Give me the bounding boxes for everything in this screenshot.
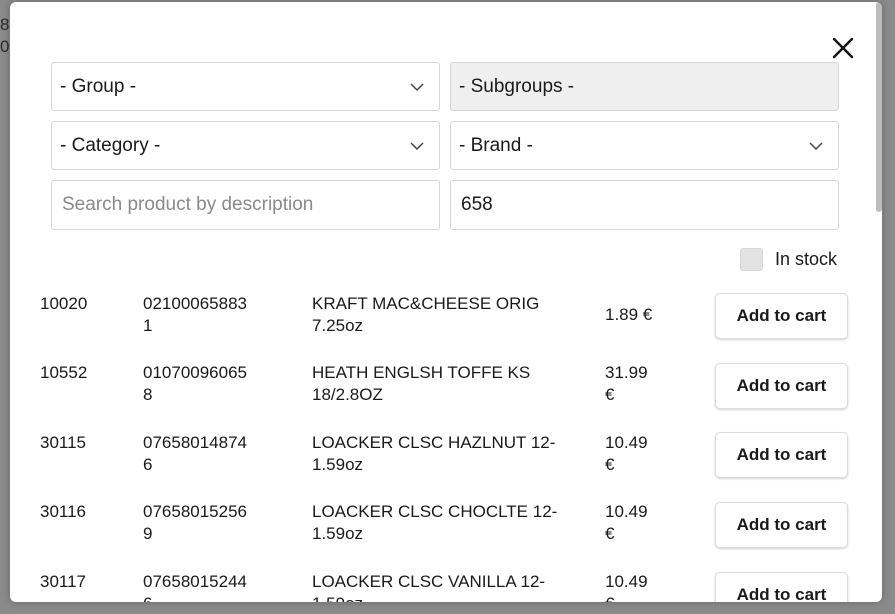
modal-scrollbar[interactable] (876, 2, 882, 212)
background-text: 8 0 (0, 14, 9, 58)
add-to-cart-button[interactable]: Add to cart (715, 363, 848, 409)
product-row: 30116 076580152569 LOACKER CLSC CHOCLTE … (10, 501, 882, 570)
product-ean: 076580152446 (143, 572, 248, 602)
product-code: 30116 (40, 502, 87, 521)
close-icon (832, 37, 854, 59)
group-select[interactable]: - Group - (51, 62, 440, 111)
product-price: 31.99 € (605, 363, 648, 404)
chevron-down-icon (410, 83, 424, 92)
add-to-cart-button[interactable]: Add to cart (715, 293, 848, 339)
chevron-down-icon (809, 142, 823, 151)
subgroups-select-value: - Subgroups - (459, 75, 575, 97)
description-search-input[interactable] (60, 181, 439, 229)
product-code: 30115 (40, 433, 87, 452)
category-select[interactable]: - Category - (51, 121, 440, 170)
background-line: 8 (0, 15, 10, 34)
product-ean: 010700960658 (143, 363, 248, 404)
product-row: 30117 076580152446 LOACKER CLSC VANILLA … (10, 571, 882, 602)
product-code: 30117 (40, 572, 87, 591)
in-stock-checkbox[interactable] (740, 248, 763, 271)
product-code: 10552 (40, 363, 88, 382)
product-description: HEATH ENGLSH TOFFE KS 18/2.8OZ (312, 363, 531, 404)
product-ean: 076580148746 (143, 433, 248, 474)
category-select-value: - Category - (60, 134, 161, 156)
product-price: 10.49 € (605, 502, 648, 543)
in-stock-filter[interactable]: In stock (740, 248, 837, 271)
product-description: LOACKER CLSC VANILLA 12-1.59oz (312, 572, 546, 602)
product-price: 10.49 € (605, 433, 648, 474)
product-ean: 076580152569 (143, 502, 248, 543)
product-ean: 021000658831 (143, 294, 248, 335)
product-row: 10020 021000658831 KRAFT MAC&CHEESE ORIG… (10, 293, 882, 362)
in-stock-label: In stock (775, 249, 838, 269)
product-code: 10020 (40, 294, 88, 313)
background-line: 0 (0, 37, 10, 56)
add-to-cart-button[interactable]: Add to cart (715, 502, 848, 548)
close-button[interactable] (829, 34, 857, 62)
subgroups-select: - Subgroups - (450, 62, 839, 111)
product-search-modal: - Group - - Subgroups - - Category - - B… (10, 2, 882, 602)
brand-select-value: - Brand - (459, 134, 533, 156)
code-search-field[interactable] (450, 180, 839, 230)
product-price: 1.89 € (605, 305, 653, 324)
description-search-field[interactable] (51, 180, 440, 230)
add-to-cart-button[interactable]: Add to cart (715, 432, 848, 478)
product-description: LOACKER CLSC CHOCLTE 12-1.59oz (312, 502, 558, 543)
add-to-cart-button[interactable]: Add to cart (715, 572, 848, 602)
code-search-input[interactable] (459, 181, 838, 229)
product-row: 10552 010700960658 HEATH ENGLSH TOFFE KS… (10, 362, 882, 431)
product-price: 10.49 € (605, 572, 648, 602)
product-description: LOACKER CLSC HAZLNUT 12-1.59oz (312, 433, 556, 474)
brand-select[interactable]: - Brand - (450, 121, 839, 170)
group-select-value: - Group - (60, 75, 137, 97)
product-description: KRAFT MAC&CHEESE ORIG 7.25oz (312, 294, 540, 335)
product-row: 30115 076580148746 LOACKER CLSC HAZLNUT … (10, 432, 882, 501)
chevron-down-icon (410, 142, 424, 151)
